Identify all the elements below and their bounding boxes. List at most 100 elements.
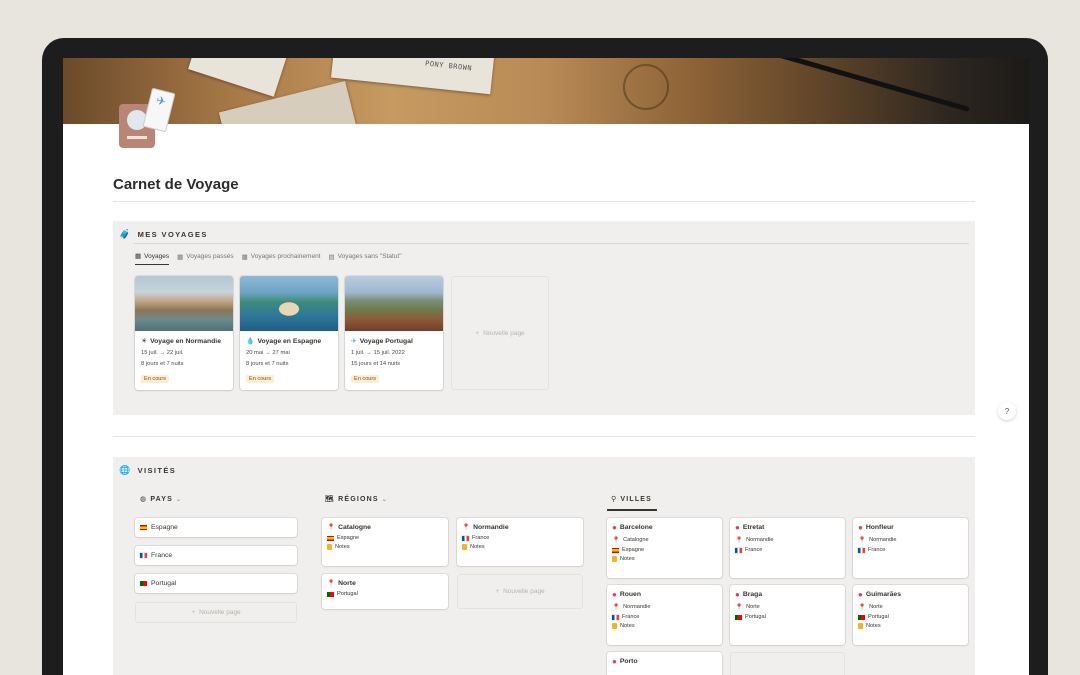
region-country: Espagne bbox=[337, 535, 360, 541]
tab-voyages[interactable]: ▦ Voyages bbox=[135, 252, 170, 265]
france-flag-icon bbox=[140, 553, 147, 558]
voyages-section: 🧳 MES VOYAGES ▦ Voyages ▦ Voyages passés ▦… bbox=[113, 221, 975, 415]
new-city-button[interactable] bbox=[730, 652, 845, 675]
trip-name: Voyage en Espagne bbox=[257, 337, 322, 345]
gallery-icon: ▦ bbox=[241, 253, 248, 261]
plane-icon: ✈ bbox=[351, 338, 357, 345]
tab-voyages-prochainement[interactable]: ▦ Voyages prochainement bbox=[242, 252, 321, 265]
visites-section: 🌐 VISITÉS ◍ PAYS ⌄ Espagne France Portug… bbox=[113, 457, 975, 675]
spain-flag-icon bbox=[612, 547, 619, 553]
drop-icon: 💧 bbox=[246, 338, 255, 345]
notes-icon bbox=[612, 623, 617, 629]
country-item[interactable]: Espagne bbox=[135, 518, 297, 537]
tab-voyages-sans-statut[interactable]: ▤ Voyages sans "Statut" bbox=[329, 252, 402, 265]
city-notes: Notes bbox=[866, 623, 881, 629]
city-card[interactable]: ● Braga 📍 Norte Portugal bbox=[730, 585, 845, 645]
trip-dates: 15 juil. → 22 juil. bbox=[141, 350, 184, 356]
map-pin-icon: 📍 bbox=[327, 580, 336, 587]
map-pin-icon: 📍 bbox=[612, 604, 621, 611]
city-country: Portugal bbox=[745, 614, 766, 620]
villes-heading-label: VILLES bbox=[620, 495, 653, 503]
trip-cover-image bbox=[135, 276, 233, 331]
notes-icon bbox=[612, 556, 617, 562]
city-card[interactable]: ● Rouen 📍 Normandie France Notes bbox=[607, 585, 722, 645]
tab-underline bbox=[607, 509, 657, 511]
page-title[interactable]: Carnet de Voyage bbox=[113, 176, 239, 193]
suitcase-icon: 🧳 bbox=[119, 229, 132, 239]
pays-heading[interactable]: ◍ PAYS ⌄ bbox=[140, 495, 181, 504]
region-card[interactable]: 📍 Catalogne Espagne Notes bbox=[322, 518, 448, 566]
tab-label: Voyages bbox=[144, 252, 170, 260]
country-name: Portugal bbox=[151, 580, 177, 587]
map-pin-icon: 📍 bbox=[462, 524, 471, 531]
map-pin-icon: ● bbox=[858, 590, 863, 599]
new-country-button[interactable]: + Nouvelle page bbox=[135, 602, 297, 623]
trip-card[interactable]: ✈ Voyage Portugal 1 juil. → 15 juil. 2022… bbox=[345, 276, 443, 390]
trip-card[interactable]: 💧 Voyage en Espagne 20 mai → 27 mai 8 jou… bbox=[240, 276, 338, 390]
pin-icon: ⚲ bbox=[611, 496, 618, 503]
city-notes: Notes bbox=[620, 556, 635, 562]
voyages-heading-label: MES VOYAGES bbox=[137, 230, 208, 239]
city-region: Catalogne bbox=[623, 537, 649, 543]
divider bbox=[113, 201, 975, 202]
map-pin-icon: 📍 bbox=[735, 537, 744, 544]
city-name: Honfleur bbox=[865, 524, 894, 531]
tab-voyages-passes[interactable]: ▦ Voyages passés bbox=[177, 252, 234, 265]
tab-label: Voyages sans "Statut" bbox=[337, 253, 402, 260]
region-country: France bbox=[472, 535, 490, 541]
trip-cover-image bbox=[345, 276, 443, 331]
sun-icon: ☀ bbox=[141, 338, 148, 345]
city-region: Norte bbox=[746, 604, 760, 610]
status-badge: En cours bbox=[246, 375, 275, 383]
city-country: Portugal bbox=[868, 614, 889, 620]
trip-dates: 20 mai → 27 mai bbox=[246, 350, 290, 356]
regions-heading[interactable]: 🗺 RÉGIONS ⌄ bbox=[325, 495, 387, 504]
city-name: Etretat bbox=[742, 524, 765, 531]
trip-duration: 8 jours et 7 nuits bbox=[141, 361, 184, 367]
map-pin-icon: ● bbox=[735, 590, 740, 599]
country-item[interactable]: Portugal bbox=[135, 574, 297, 593]
plus-icon: + bbox=[191, 609, 196, 616]
region-card[interactable]: 📍 Norte Portugal bbox=[322, 574, 448, 609]
trip-duration: 15 jours et 14 nuits bbox=[351, 361, 400, 367]
city-region: Norte bbox=[869, 604, 883, 610]
villes-heading[interactable]: ⚲ VILLES bbox=[611, 495, 653, 504]
city-country: France bbox=[745, 547, 763, 553]
city-name: Barcelone bbox=[619, 524, 653, 531]
city-country: France bbox=[622, 614, 640, 620]
france-flag-icon bbox=[858, 547, 865, 553]
passport-icon[interactable]: ✈ bbox=[117, 87, 177, 152]
spain-flag-icon bbox=[327, 535, 334, 541]
app-screen: PONY BROWN ✈ Carnet de Voyage 🧳 MES VOYA… bbox=[63, 58, 1029, 675]
city-card[interactable]: ● Honfleur 📍 Normandie France bbox=[853, 518, 968, 578]
status-badge: En cours bbox=[141, 375, 170, 383]
city-card[interactable]: ● Barcelone 📍 Catalogne Espagne Notes bbox=[607, 518, 722, 578]
city-card[interactable]: ● Guimarães 📍 Norte Portugal Notes bbox=[853, 585, 968, 645]
help-button[interactable]: ? bbox=[998, 402, 1016, 420]
region-name: Norte bbox=[338, 579, 356, 587]
trip-cover-image bbox=[240, 276, 338, 331]
new-region-button[interactable]: + Nouvelle page bbox=[457, 574, 583, 609]
new-page-card[interactable]: + Nouvelle page bbox=[451, 276, 549, 390]
divider bbox=[133, 243, 969, 244]
country-item[interactable]: France bbox=[135, 546, 297, 565]
trip-name: Voyage en Normandie bbox=[150, 337, 221, 345]
tab-label: Voyages passés bbox=[186, 253, 234, 260]
city-card[interactable]: ● Etretat 📍 Normandie France bbox=[730, 518, 845, 578]
region-card[interactable]: 📍 Normandie France Notes bbox=[457, 518, 583, 566]
status-badge: En cours bbox=[351, 375, 380, 383]
city-region: Normandie bbox=[869, 537, 897, 543]
map-icon: 🗺 bbox=[325, 496, 336, 503]
cover-pen bbox=[766, 58, 970, 112]
map-pin-icon: ● bbox=[612, 657, 617, 666]
notes-icon bbox=[858, 623, 863, 629]
city-country: Espagne bbox=[622, 547, 645, 553]
page-cover: PONY BROWN bbox=[63, 58, 1029, 124]
tab-label: Voyages prochainement bbox=[250, 253, 321, 260]
cover-compass bbox=[623, 64, 669, 110]
city-card[interactable]: ● Porto bbox=[607, 652, 722, 675]
france-flag-icon bbox=[735, 547, 742, 553]
map-pin-icon: 📍 bbox=[612, 537, 621, 544]
spain-flag-icon bbox=[140, 525, 147, 530]
trip-card[interactable]: ☀ Voyage en Normandie 15 juil. → 22 juil.… bbox=[135, 276, 233, 390]
